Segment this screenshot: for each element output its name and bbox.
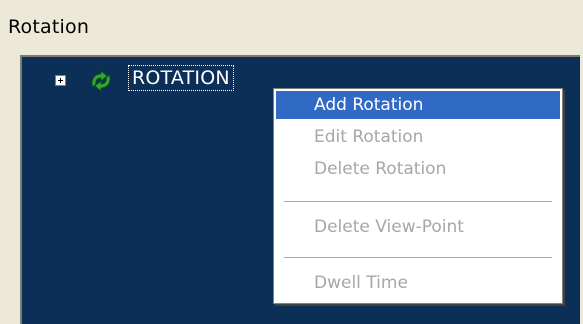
- menu-item-delete-rotation[interactable]: Delete Rotation: [276, 155, 560, 183]
- menu-item-add-rotation[interactable]: Add Rotation: [276, 91, 560, 119]
- panel-title: Rotation: [8, 16, 90, 38]
- rotation-node-icon: [91, 70, 111, 92]
- menu-item-dwell-time[interactable]: Dwell Time: [276, 269, 560, 297]
- tree-node-rotation[interactable]: ROTATION: [128, 65, 234, 91]
- rotation-panel: Rotation ROTATION Add Rotation Edit Rota…: [0, 0, 583, 324]
- menu-item-edit-rotation[interactable]: Edit Rotation: [276, 123, 560, 151]
- menu-item-delete-view-point[interactable]: Delete View-Point: [276, 213, 560, 241]
- menu-separator: [284, 257, 552, 258]
- plus-expander-icon[interactable]: [55, 75, 66, 86]
- menu-separator: [284, 201, 552, 202]
- context-menu: Add Rotation Edit Rotation Delete Rotati…: [273, 88, 563, 304]
